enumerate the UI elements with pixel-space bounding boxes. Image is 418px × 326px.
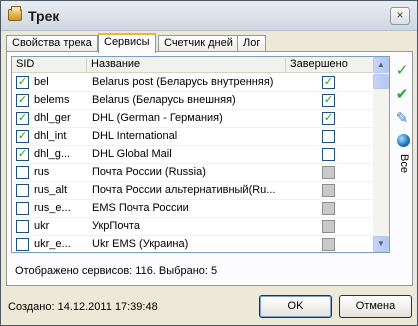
tab-day-counter[interactable]: Счетчик дней <box>158 35 239 52</box>
row-checkbox[interactable]: ✓ <box>16 112 29 125</box>
row-checkbox[interactable]: ✓ <box>16 130 29 143</box>
check-all-icon[interactable]: ✔ <box>393 86 411 104</box>
done-checkbox[interactable] <box>322 148 335 161</box>
table-row[interactable]: ✓ dhl_g... DHL Global Mail <box>12 146 373 164</box>
table-row[interactable]: ukr_e... Ukr EMS (Украина) <box>12 236 373 254</box>
folder-icon <box>8 6 22 21</box>
services-list[interactable]: SID Название Завершено ✓ bel Belarus post … <box>11 56 390 254</box>
vertical-scrollbar[interactable]: ▲ ▼ <box>373 57 389 252</box>
table-row[interactable]: ✓ dhl_int DHL International <box>12 128 373 146</box>
row-checkbox[interactable]: ✓ <box>16 148 29 161</box>
row-checkbox[interactable]: ✓ <box>16 76 29 89</box>
ok-button[interactable]: OK <box>259 295 332 318</box>
done-checkbox[interactable] <box>322 220 335 233</box>
table-row[interactable]: ukr УкрПочта <box>12 218 373 236</box>
table-row[interactable]: rus_e... EMS Почта России <box>12 200 373 218</box>
cell-sid: belems <box>34 94 70 106</box>
cell-name: EMS Почта России <box>92 202 189 214</box>
done-checkbox[interactable] <box>322 130 335 143</box>
cell-sid: rus <box>34 166 50 178</box>
rows-container: ✓ bel Belarus post (Беларусь внутренняя) ✓ ✓… <box>12 74 373 254</box>
row-checkbox[interactable] <box>16 202 29 215</box>
cell-sid: ukr <box>34 220 50 232</box>
row-checkbox[interactable] <box>16 166 29 179</box>
cell-name: УкрПочта <box>92 220 140 232</box>
list-header: SID Название Завершено <box>12 57 373 73</box>
cell-name: DHL International <box>92 130 178 142</box>
done-checkbox[interactable] <box>322 166 335 179</box>
cell-name: Почта России (Russia) <box>92 166 206 178</box>
tab-services[interactable]: Сервисы <box>98 33 156 53</box>
tab-log[interactable]: Лог <box>237 35 267 52</box>
dialog-footer: Создано: 14.12.2011 17:39:48 OK Отмена <box>1 287 417 325</box>
track-dialog: Трек × Свойства трека Сервисы Счетчик дн… <box>0 0 418 326</box>
window-title: Трек <box>28 8 60 24</box>
title-bar: Трек × <box>1 1 417 31</box>
cell-sid: ukr_e... <box>34 238 71 250</box>
uncheck-icon[interactable]: ✎ <box>393 110 411 128</box>
row-checkbox[interactable]: ✓ <box>16 94 29 107</box>
tab-bar: Свойства трека Сервисы Счетчик дней Лог <box>6 33 416 53</box>
cell-sid: dhl_ger <box>34 112 71 124</box>
all-label[interactable]: Все <box>394 154 410 184</box>
done-checkbox[interactable]: ✓ <box>322 112 335 125</box>
scroll-up-button[interactable]: ▲ <box>373 57 389 73</box>
done-checkbox[interactable]: ✓ <box>322 76 335 89</box>
close-button[interactable]: × <box>390 7 410 25</box>
tab-track-properties[interactable]: Свойства трека <box>6 35 98 52</box>
table-row[interactable]: ✓ belems Belarus (Беларусь внешняя) ✓ <box>12 92 373 110</box>
cell-sid: rus_e... <box>34 202 71 214</box>
column-header-done[interactable]: Завершено <box>286 58 373 72</box>
table-row[interactable]: rus Почта России (Russia) <box>12 164 373 182</box>
cell-name: DHL (German - Германия) <box>92 112 223 124</box>
row-checkbox[interactable] <box>16 238 29 251</box>
cancel-button[interactable]: Отмена <box>339 295 412 318</box>
side-toolbar: ✓ ✔ ✎ Все <box>392 62 412 182</box>
cell-name: DHL Global Mail <box>92 148 172 160</box>
cell-sid: dhl_int <box>34 130 67 142</box>
done-checkbox[interactable]: ✓ <box>322 94 335 107</box>
cell-name: Belarus post (Беларусь внутренняя) <box>92 76 274 88</box>
table-row[interactable]: rus_alt Почта России альтернативный(Ru... <box>12 182 373 200</box>
column-header-name[interactable]: Название <box>87 58 286 72</box>
column-header-sid[interactable]: SID <box>12 58 87 72</box>
services-panel: SID Название Завершено ✓ bel Belarus post … <box>6 51 413 286</box>
created-timestamp: Создано: 14.12.2011 17:39:48 <box>8 301 158 313</box>
done-checkbox[interactable] <box>322 238 335 251</box>
cell-sid: bel <box>34 76 49 88</box>
check-icon[interactable]: ✓ <box>393 62 411 80</box>
status-text: Отображено сервисов: 116. Выбрано: 5 <box>15 265 218 277</box>
scroll-thumb[interactable] <box>373 74 389 89</box>
cell-name: Ukr EMS (Украина) <box>92 238 189 250</box>
cell-sid: rus_alt <box>34 184 68 196</box>
scroll-down-button[interactable]: ▼ <box>373 236 389 252</box>
table-row[interactable]: ✓ dhl_ger DHL (German - Германия) ✓ <box>12 110 373 128</box>
done-checkbox[interactable] <box>322 184 335 197</box>
cell-name: Belarus (Беларусь внешняя) <box>92 94 236 106</box>
row-checkbox[interactable] <box>16 220 29 233</box>
globe-icon[interactable] <box>393 132 411 150</box>
done-checkbox[interactable] <box>322 202 335 215</box>
row-checkbox[interactable] <box>16 184 29 197</box>
table-row[interactable]: ✓ bel Belarus post (Беларусь внутренняя) ✓ <box>12 74 373 92</box>
cell-sid: dhl_g... <box>34 148 71 160</box>
cell-name: Почта России альтернативный(Ru... <box>92 184 276 196</box>
